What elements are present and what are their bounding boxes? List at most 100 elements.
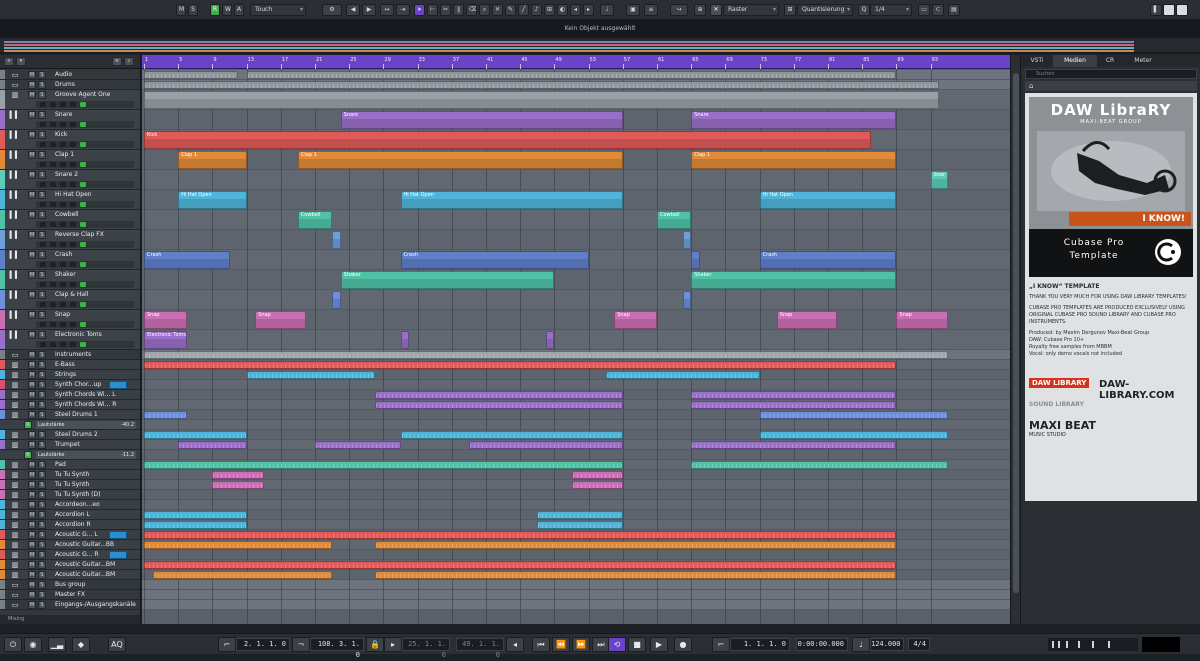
track-solo-button[interactable]: S	[38, 71, 46, 79]
track-mute-button[interactable]: M	[28, 541, 36, 549]
track-mute-button[interactable]: M	[28, 591, 36, 599]
track-state-led[interactable]	[50, 222, 56, 227]
automation-mode-select[interactable]: Touch	[250, 4, 306, 16]
track-color-strip[interactable]	[0, 130, 5, 149]
track-row[interactable]: ▍▍ M S Electronic Toms	[0, 330, 140, 350]
autoquantize-icon[interactable]: AQ	[108, 637, 126, 652]
event-clip[interactable]	[691, 391, 897, 399]
track-state-led[interactable]	[80, 202, 86, 207]
track-mute-button[interactable]: M	[28, 601, 36, 609]
track-row[interactable]: ▥ M S Groove Agent One	[0, 90, 140, 110]
track-solo-button[interactable]: S	[38, 501, 46, 509]
media-home-button[interactable]: ⌂	[1025, 81, 1197, 91]
metronome-icon[interactable]: ♩	[600, 4, 614, 16]
track-lane[interactable]	[142, 550, 1010, 560]
add-track-button[interactable]: +	[4, 57, 14, 66]
track-state-led[interactable]	[70, 302, 76, 307]
event-clip[interactable]	[144, 511, 247, 519]
track-row[interactable]: ▍▍ M S Kick	[0, 130, 140, 150]
track-row[interactable]: ▥ M S Acoustic G... L	[0, 530, 140, 540]
track-mute-button[interactable]: M	[28, 461, 36, 469]
track-state-led[interactable]	[40, 262, 46, 267]
event-clip[interactable]: Electronic Toms	[144, 331, 187, 349]
quantize-value-select[interactable]: 1/4	[870, 4, 912, 16]
track-solo-button[interactable]: S	[38, 251, 46, 259]
track-state-led[interactable]	[40, 202, 46, 207]
event-clip[interactable]	[374, 391, 623, 399]
track-solo-button[interactable]: S	[38, 111, 46, 119]
track-solo-button[interactable]: S	[38, 551, 46, 559]
play-button[interactable]: ▶	[650, 637, 668, 652]
track-solo-button[interactable]: S	[38, 231, 46, 239]
track-search-icon[interactable]: ⌕	[124, 57, 134, 66]
event-clip[interactable]	[571, 471, 623, 479]
erase-tool-icon[interactable]: ⌫	[466, 4, 477, 16]
track-row[interactable]: ▥ M S Acoustic G... R	[0, 550, 140, 560]
scroll-thumb[interactable]	[1013, 73, 1019, 593]
track-color-strip[interactable]	[0, 430, 5, 439]
track-solo-button[interactable]: S	[38, 331, 46, 339]
event-clip[interactable]	[571, 481, 623, 489]
track-color-strip[interactable]	[0, 520, 5, 529]
track-state-led[interactable]	[70, 322, 76, 327]
track-solo-button[interactable]: S	[38, 131, 46, 139]
track-state-led[interactable]	[70, 162, 76, 167]
event-clip[interactable]	[759, 431, 948, 439]
punch-out-field[interactable]: 49. 1. 1. 0	[456, 638, 504, 659]
track-color-strip[interactable]	[0, 440, 5, 449]
track-color-strip[interactable]	[0, 310, 5, 329]
snap-mode-icon[interactable]: ↪	[670, 4, 688, 16]
track-row[interactable]: ▥ M S Strings	[0, 370, 140, 380]
track-color-strip[interactable]	[0, 250, 5, 269]
track-solo-button[interactable]: S	[38, 541, 46, 549]
play-tool-icon[interactable]: ♪	[531, 4, 542, 16]
event-clip[interactable]	[246, 371, 375, 379]
event-clip[interactable]	[374, 401, 623, 409]
track-mute-button[interactable]: M	[28, 521, 36, 529]
track-mute-button[interactable]: M	[28, 431, 36, 439]
track-mute-button[interactable]: M	[28, 81, 36, 89]
track-state-led[interactable]	[50, 162, 56, 167]
event-clip[interactable]: Shaker	[691, 271, 897, 289]
track-mute-button[interactable]: M	[28, 311, 36, 319]
track-state-led[interactable]	[40, 222, 46, 227]
quantize-icon[interactable]: ⊞	[784, 4, 796, 16]
track-state-led[interactable]	[60, 202, 66, 207]
track-mute-button[interactable]: M	[28, 471, 36, 479]
track-color-strip[interactable]	[0, 350, 5, 359]
tab-media[interactable]: Medien	[1053, 55, 1097, 67]
line-tool-icon[interactable]: ╱	[518, 4, 529, 16]
event-clip[interactable]	[691, 441, 897, 449]
track-solo-button[interactable]: S	[38, 521, 46, 529]
track-lane[interactable]	[142, 420, 1010, 430]
track-color-strip[interactable]	[0, 510, 5, 519]
track-color-strip[interactable]	[0, 290, 5, 309]
track-solo-button[interactable]: S	[38, 371, 46, 379]
left-locator-icon[interactable]: ⌐	[218, 637, 236, 652]
track-state-led[interactable]	[60, 182, 66, 187]
track-mute-button[interactable]: M	[28, 501, 36, 509]
color-tool-icon[interactable]: ◐	[557, 4, 568, 16]
event-clip[interactable]: Hi Hat Open	[400, 191, 623, 209]
track-row[interactable]: ▍▍ M S Snap	[0, 310, 140, 330]
track-mute-button[interactable]: M	[28, 111, 36, 119]
track-state-led[interactable]	[60, 122, 66, 127]
track-solo-button[interactable]: S	[38, 531, 46, 539]
tab-cr[interactable]: CR	[1097, 55, 1123, 67]
event-clip[interactable]: Snap	[614, 311, 657, 329]
track-mute-button[interactable]: M	[28, 271, 36, 279]
track-lane[interactable]	[142, 490, 1010, 500]
track-row[interactable]: ▥ M S Trumpet	[0, 440, 140, 450]
track-mute-button[interactable]: M	[28, 581, 36, 589]
track-mute-button[interactable]: M	[28, 361, 36, 369]
glue-tool-icon[interactable]: ∥	[453, 4, 464, 16]
track-row[interactable]: ▍▍ M S Clap 1	[0, 150, 140, 170]
track-color-strip[interactable]	[0, 390, 5, 399]
track-color-strip[interactable]	[0, 570, 5, 579]
event-clip[interactable]	[212, 481, 264, 489]
track-color-strip[interactable]	[0, 150, 5, 169]
event-clip[interactable]	[152, 571, 333, 579]
track-solo-button[interactable]: S	[38, 211, 46, 219]
track-row[interactable]: ▥ M S Acoustic Guitar...BM	[0, 570, 140, 580]
nudge-right-icon[interactable]: ▸	[583, 4, 594, 16]
